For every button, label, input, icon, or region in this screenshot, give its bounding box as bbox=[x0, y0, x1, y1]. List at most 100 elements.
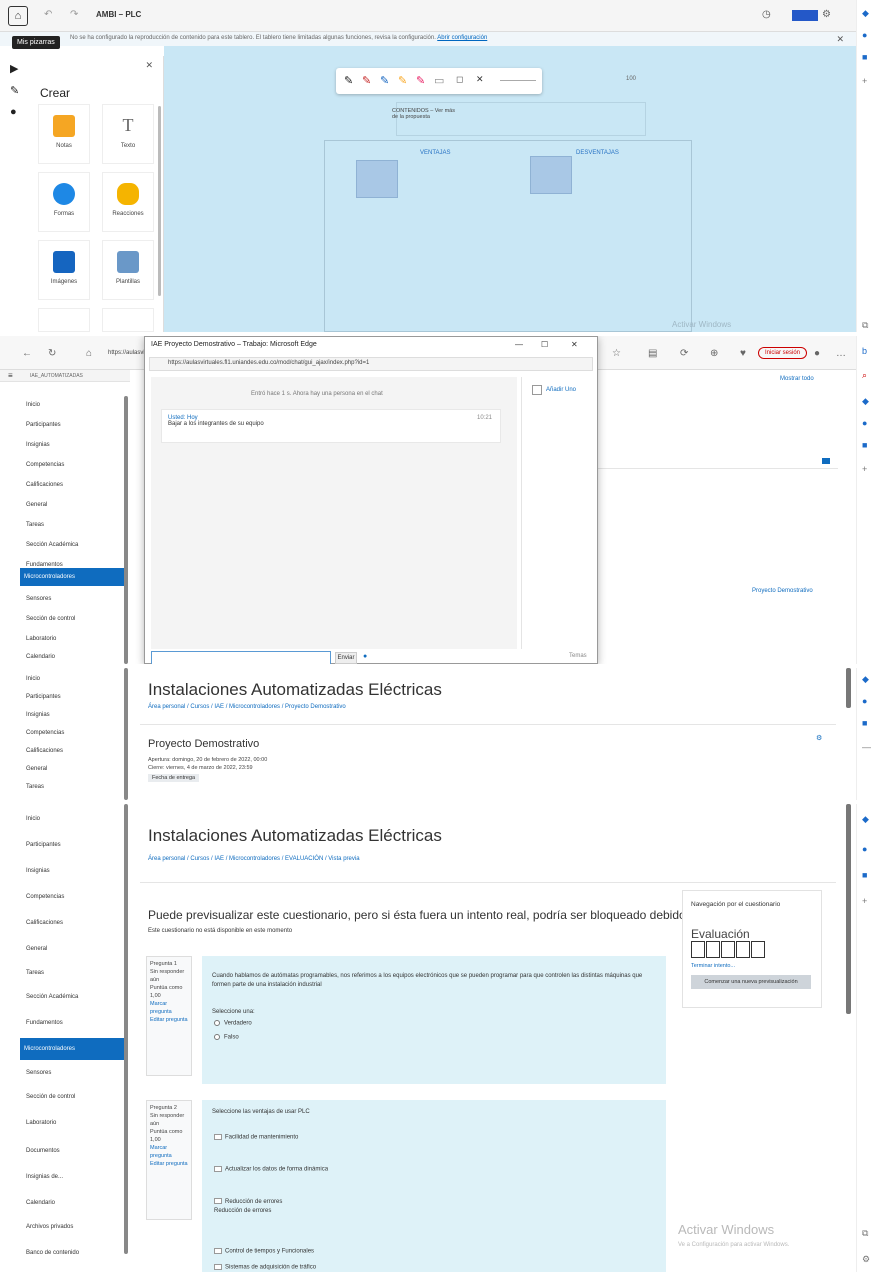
add-icon[interactable]: + bbox=[862, 76, 867, 86]
sidebar-item[interactable]: Documentos bbox=[26, 1142, 126, 1160]
minimize-icon[interactable]: — bbox=[515, 340, 523, 349]
close-icon[interactable]: ✕ bbox=[145, 60, 153, 71]
project-link[interactable]: Proyecto Demostrativo bbox=[752, 588, 813, 594]
sticky-note[interactable] bbox=[356, 160, 398, 198]
eraser-icon[interactable]: ▭ bbox=[434, 74, 444, 87]
favorites-icon[interactable]: ♥ bbox=[740, 348, 746, 359]
radio-button[interactable] bbox=[214, 1020, 220, 1026]
pin-icon[interactable]: ◆ bbox=[862, 396, 869, 407]
sidebar-item[interactable]: Participantes bbox=[26, 688, 126, 706]
copilot-icon[interactable]: ● bbox=[862, 844, 867, 854]
flag-question[interactable]: Marcar pregunta bbox=[150, 1144, 188, 1160]
match-option[interactable]: Reducción de errores Reducción de errore… bbox=[214, 1198, 282, 1216]
sidebar-item[interactable]: Competencias bbox=[26, 888, 126, 906]
sidebar-item[interactable]: Insignias de... bbox=[26, 1168, 126, 1186]
layout-icon[interactable]: ⧉ bbox=[862, 320, 868, 331]
question-nav-box[interactable] bbox=[721, 941, 735, 958]
undo-icon[interactable]: ↶ bbox=[44, 9, 52, 20]
sidebar-item[interactable]: Sensores bbox=[26, 1064, 126, 1082]
settings-icon[interactable]: ⚙ bbox=[822, 9, 831, 20]
breadcrumb[interactable]: Área personal / Cursos / IAE / Microcont… bbox=[148, 704, 346, 710]
sidebar-item[interactable]: Sensores bbox=[26, 590, 126, 608]
pin-icon[interactable]: ◆ bbox=[862, 814, 869, 825]
emoji-icon[interactable]: ● bbox=[363, 653, 367, 660]
sidebar-item[interactable]: Inicio bbox=[26, 670, 126, 688]
notice-link[interactable]: Abrir configuración bbox=[437, 35, 487, 41]
select-box[interactable] bbox=[214, 1248, 222, 1254]
sidebar-item[interactable]: Insignias bbox=[26, 862, 126, 880]
add-user-link[interactable]: Añadir Uno bbox=[546, 387, 576, 393]
theme-selector[interactable]: Temas bbox=[569, 653, 587, 659]
shapes-tile[interactable]: Formas bbox=[38, 172, 90, 232]
sidebar-item[interactable]: Insignias bbox=[26, 436, 126, 454]
gear-icon[interactable]: ⚙ bbox=[816, 734, 822, 742]
question-nav-box[interactable] bbox=[691, 941, 705, 958]
select-box[interactable] bbox=[214, 1166, 222, 1172]
highlighter-icon[interactable]: ✎ bbox=[398, 74, 407, 87]
sidebar-item[interactable]: Inicio bbox=[26, 810, 126, 828]
question-nav-box[interactable] bbox=[736, 941, 750, 958]
sidebar-item[interactable]: Participantes bbox=[26, 836, 126, 854]
option-true[interactable]: Verdadero bbox=[214, 1020, 252, 1027]
add-icon[interactable]: + bbox=[862, 896, 867, 906]
pen-icon[interactable]: ✎ bbox=[344, 74, 353, 87]
favorite-icon[interactable]: ☆ bbox=[612, 348, 621, 359]
popup-address-bar[interactable]: https://aulasvirtuales.fl1.uniandes.edu.… bbox=[149, 357, 593, 371]
images-tile[interactable]: Imágenes bbox=[38, 240, 90, 300]
show-all-link[interactable]: Mostrar todo bbox=[780, 376, 814, 382]
sidebar-item-active[interactable]: Microcontroladores bbox=[20, 568, 126, 586]
tools-icon[interactable]: ■ bbox=[862, 440, 867, 450]
sidebar-item[interactable]: Calendario bbox=[26, 648, 126, 664]
sidebar-item[interactable]: Tareas bbox=[26, 516, 126, 534]
menu-icon[interactable]: ≡ bbox=[8, 371, 13, 380]
breadcrumb[interactable]: Área personal / Cursos / IAE / Microcont… bbox=[148, 856, 360, 862]
sidebar-item[interactable]: Calificaciones bbox=[26, 476, 126, 494]
back-icon[interactable]: ← bbox=[22, 348, 32, 359]
settings-icon[interactable]: ⚙ bbox=[862, 1254, 870, 1265]
more-tile[interactable] bbox=[38, 308, 90, 332]
pen-tool-icon[interactable]: ✎ bbox=[10, 84, 19, 97]
templates-tile[interactable]: Plantillas bbox=[102, 240, 154, 300]
redo-icon[interactable]: ↷ bbox=[70, 9, 78, 20]
collections-icon[interactable]: ⊕ bbox=[710, 348, 718, 359]
sidebar-item[interactable]: Banco de contenido bbox=[26, 1244, 126, 1262]
match-option[interactable]: Control de tiempos y Funcionales bbox=[214, 1248, 314, 1255]
sidebar-item[interactable]: Sección de control bbox=[26, 1088, 126, 1106]
flag-question[interactable]: Marcar pregunta bbox=[150, 1000, 188, 1016]
sidebar-item[interactable]: Laboratorio bbox=[26, 1114, 126, 1132]
radio-button[interactable] bbox=[214, 1034, 220, 1040]
close-icon[interactable]: ✕ bbox=[571, 340, 578, 349]
sidebar-item[interactable]: Insignias bbox=[26, 706, 126, 724]
scrollbar[interactable] bbox=[124, 396, 128, 664]
sidebar-item[interactable]: Participantes bbox=[26, 416, 126, 434]
sidebar-item[interactable]: Laboratorio bbox=[26, 630, 126, 648]
page-scrollbar[interactable] bbox=[846, 804, 851, 1014]
add-icon[interactable]: + bbox=[862, 464, 867, 474]
scrollbar[interactable] bbox=[124, 668, 128, 800]
page-scrollbar[interactable] bbox=[846, 668, 851, 708]
refresh-icon[interactable]: ↻ bbox=[48, 348, 56, 359]
search-icon[interactable]: ⌕ bbox=[862, 370, 867, 381]
edit-question[interactable]: Editar pregunta bbox=[150, 1160, 188, 1168]
home-icon[interactable]: ⌂ bbox=[86, 348, 92, 359]
question-nav-box[interactable] bbox=[751, 941, 765, 958]
copilot-icon[interactable]: ● bbox=[862, 418, 867, 428]
sidebar-item[interactable]: Calificaciones bbox=[26, 742, 126, 760]
sidebar-item[interactable]: Fundamentos bbox=[26, 1014, 126, 1032]
maximize-icon[interactable]: ☐ bbox=[541, 340, 548, 349]
sticky-note[interactable] bbox=[530, 156, 572, 194]
pen-icon[interactable]: ✎ bbox=[380, 74, 389, 87]
zoom-label[interactable]: 100 bbox=[626, 76, 636, 82]
share-button[interactable] bbox=[792, 10, 818, 21]
add-tool-icon[interactable]: ● bbox=[10, 106, 17, 118]
match-option[interactable]: Sistemas de adquisición de tráfico bbox=[214, 1264, 316, 1271]
sidebar-item[interactable]: Inicio bbox=[26, 396, 126, 414]
tools-icon[interactable]: ■ bbox=[862, 870, 867, 880]
profile-pill[interactable]: Iniciar sesión bbox=[758, 347, 808, 359]
sidebar-item[interactable]: Calendario bbox=[26, 1194, 126, 1212]
sidebar-item[interactable]: Archivos privados bbox=[26, 1218, 126, 1236]
finish-attempt-link[interactable]: Terminar intento... bbox=[691, 963, 735, 969]
layout-icon[interactable]: ⧉ bbox=[862, 1228, 868, 1239]
close-icon[interactable]: ✕ bbox=[476, 74, 484, 85]
pen-icon[interactable]: ✎ bbox=[416, 74, 425, 87]
